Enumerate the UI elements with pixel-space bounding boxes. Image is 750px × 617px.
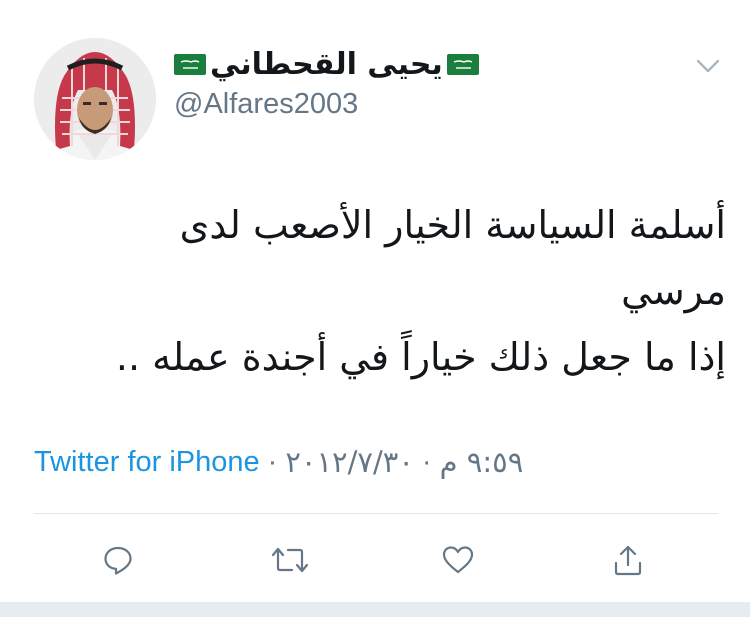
saudi-flag-icon (174, 53, 206, 75)
saudi-flag-icon (446, 53, 479, 75)
profile-photo-icon (34, 38, 156, 160)
separator: · (421, 445, 432, 478)
source-link[interactable]: Twitter for iPhone (34, 446, 260, 479)
divider (34, 513, 718, 514)
retweet-icon[interactable] (268, 538, 312, 582)
tweet-text: أسلمة السياسة الخيار الأصعب لدى مرسي إذا… (60, 192, 726, 390)
tweet-text-line: أسلمة السياسة الخيار الأصعب لدى (179, 203, 726, 247)
tweet-text-line: مرسي (621, 269, 726, 313)
tweet-text-line: إذا ما جعل ذلك خياراً في أجندة عمله .. (115, 335, 726, 379)
author-handle[interactable]: @Alfares2003 (174, 88, 358, 121)
heart-icon[interactable] (436, 538, 480, 582)
share-icon[interactable] (606, 538, 650, 582)
separator: · (267, 445, 278, 478)
reply-icon[interactable] (96, 538, 140, 582)
tweet-time[interactable]: ٩:٥٩ م (440, 445, 524, 479)
avatar[interactable] (34, 38, 156, 160)
chevron-down-icon[interactable] (694, 56, 722, 76)
tweet-date[interactable]: ٢٠١٢/٧/٣٠ (285, 445, 414, 479)
author-name-row[interactable]: يحيى القحطاني (174, 40, 479, 88)
tweet-meta: Twitter for iPhone · ٢٠١٢/٧/٣٠ · ٩:٥٩ م (34, 440, 523, 484)
bottom-separator (0, 602, 750, 617)
author-name: يحيى القحطاني (210, 46, 443, 82)
